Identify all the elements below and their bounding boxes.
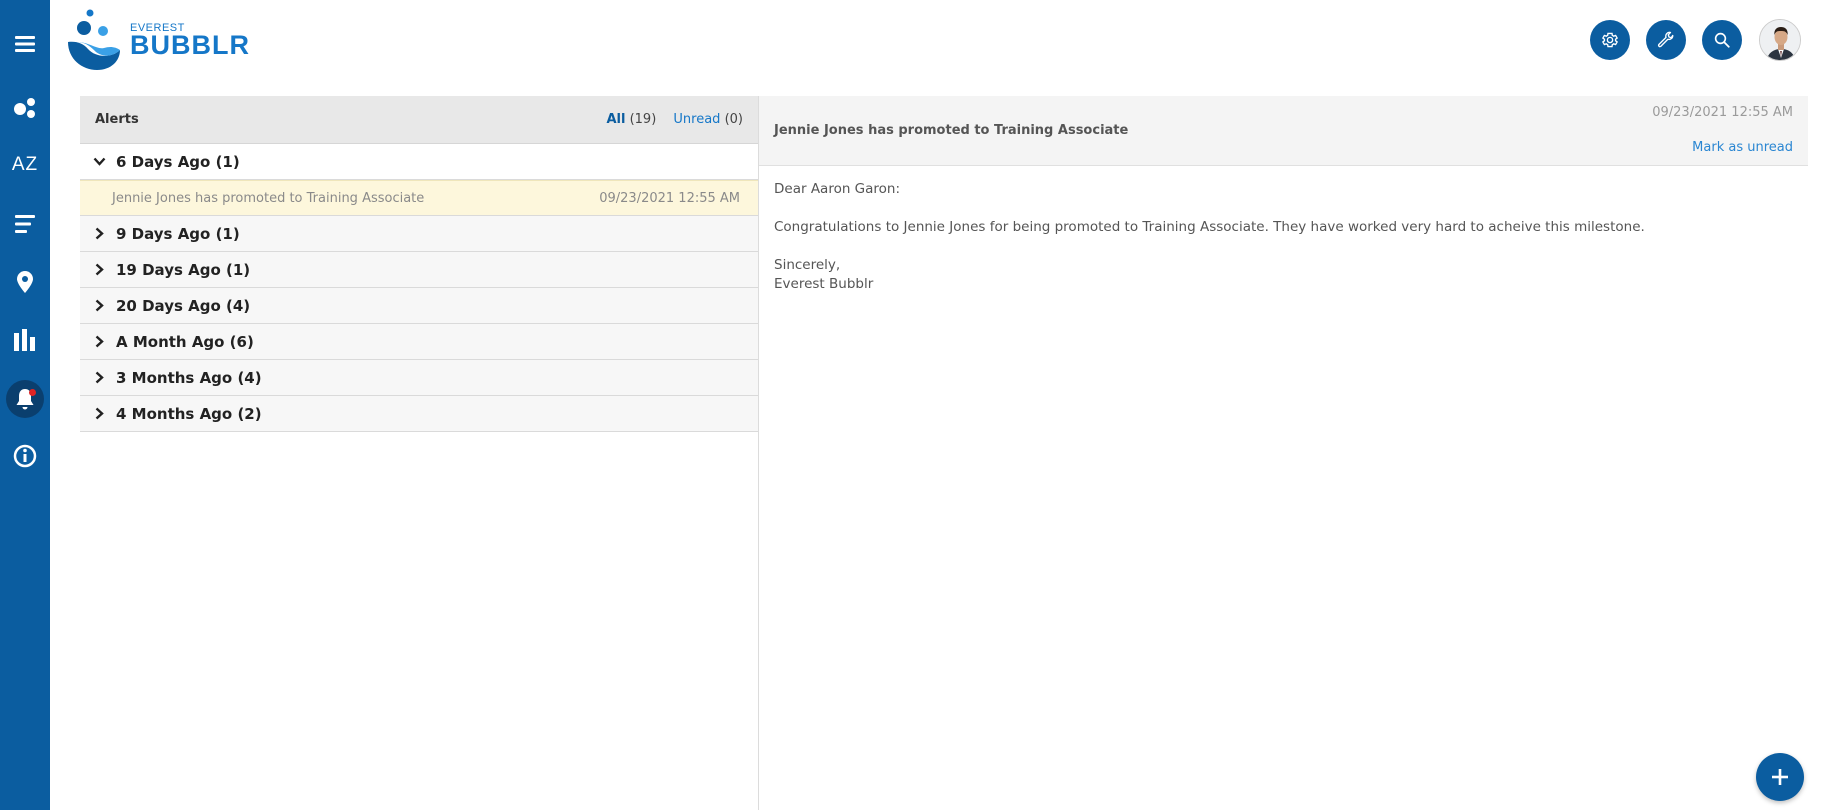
message-greeting: Dear Aaron Garon: [774, 181, 901, 197]
list-icon[interactable] [0, 202, 50, 246]
search-icon [1714, 32, 1730, 48]
alert-group-4-months[interactable]: 4 Months Ago (2) [80, 396, 758, 432]
message-subject: Jennie Jones has promoted to Training As… [774, 123, 1129, 138]
message-signature: Everest Bubblr [774, 276, 874, 292]
alert-group-a-month[interactable]: A Month Ago (6) [80, 324, 758, 360]
alert-group-label: 4 Months Ago (2) [116, 404, 262, 423]
mark-as-unread-link[interactable]: Mark as unread [1692, 140, 1793, 155]
alert-group-9-days[interactable]: 9 Days Ago (1) [80, 216, 758, 252]
wrench-icon [1657, 31, 1674, 48]
alert-group-label: A Month Ago (6) [116, 332, 254, 351]
app-logo[interactable]: EVEREST BUBBLR [66, 8, 256, 72]
notification-dot [29, 389, 36, 396]
bar-chart-icon[interactable] [0, 318, 50, 362]
logo-text-big: BUBBLR [130, 30, 250, 60]
alert-group-label: 9 Days Ago (1) [116, 224, 240, 243]
alert-group-19-days[interactable]: 19 Days Ago (1) [80, 252, 758, 288]
message-date: 09/23/2021 12:55 AM [1652, 105, 1793, 120]
message-closing: Sincerely, [774, 257, 841, 273]
filter-unread-count: (0) [724, 112, 743, 127]
sidebar: AZ [0, 0, 50, 810]
chevron-right-icon [92, 371, 106, 385]
chevron-right-icon [92, 407, 106, 421]
filter-unread-link[interactable]: Unread [673, 112, 720, 127]
alerts-title: Alerts [95, 112, 139, 127]
avatar-icon [1760, 20, 1800, 60]
search-button[interactable] [1702, 20, 1742, 60]
bell-icon [6, 380, 44, 418]
settings-button[interactable] [1590, 20, 1630, 60]
filter-all-link[interactable]: All [606, 112, 625, 127]
logo-bubbles-icon [68, 9, 120, 70]
alert-item-date: 09/23/2021 12:55 AM [599, 190, 740, 206]
gear-icon [1601, 32, 1619, 48]
az-icon[interactable]: AZ [0, 143, 50, 187]
chevron-right-icon [92, 299, 106, 313]
filter-all-count: (19) [629, 112, 657, 127]
alert-item[interactable]: Jennie Jones has promoted to Training As… [80, 180, 758, 216]
location-pin-icon[interactable] [0, 260, 50, 304]
alert-group-label: 20 Days Ago (4) [116, 296, 251, 315]
add-button[interactable] [1756, 753, 1804, 801]
message-header: 09/23/2021 12:55 AM Jennie Jones has pro… [759, 96, 1808, 166]
alert-group-label: 19 Days Ago (1) [116, 260, 251, 279]
alert-group-label: 6 Days Ago (1) [116, 152, 240, 171]
alert-group-20-days[interactable]: 20 Days Ago (4) [80, 288, 758, 324]
alert-item-text: Jennie Jones has promoted to Training As… [112, 190, 425, 206]
notifications-button[interactable] [0, 377, 50, 421]
message-body: Dear Aaron Garon: Congratulations to Jen… [774, 180, 1784, 294]
alerts-panel: Alerts All (19) Unread (0) 6 Days Ago (1… [80, 96, 758, 810]
bubbles-icon[interactable] [0, 86, 50, 130]
alerts-filters: All (19) Unread (0) [606, 112, 743, 127]
alerts-header: Alerts All (19) Unread (0) [80, 96, 758, 144]
chevron-right-icon [92, 227, 106, 241]
az-label: AZ [11, 154, 39, 175]
message-text: Congratulations to Jennie Jones for bein… [774, 219, 1645, 235]
info-icon[interactable] [0, 434, 50, 478]
chevron-down-icon [92, 155, 106, 169]
chevron-right-icon [92, 263, 106, 277]
pane-divider [758, 96, 759, 810]
alert-group-6-days[interactable]: 6 Days Ago (1) [80, 144, 758, 180]
plus-icon [1772, 769, 1788, 785]
menu-icon[interactable] [0, 22, 50, 66]
tools-button[interactable] [1646, 20, 1686, 60]
alert-group-3-months[interactable]: 3 Months Ago (4) [80, 360, 758, 396]
alert-group-label: 3 Months Ago (4) [116, 368, 262, 387]
chevron-right-icon [92, 335, 106, 349]
user-avatar[interactable] [1759, 19, 1801, 61]
